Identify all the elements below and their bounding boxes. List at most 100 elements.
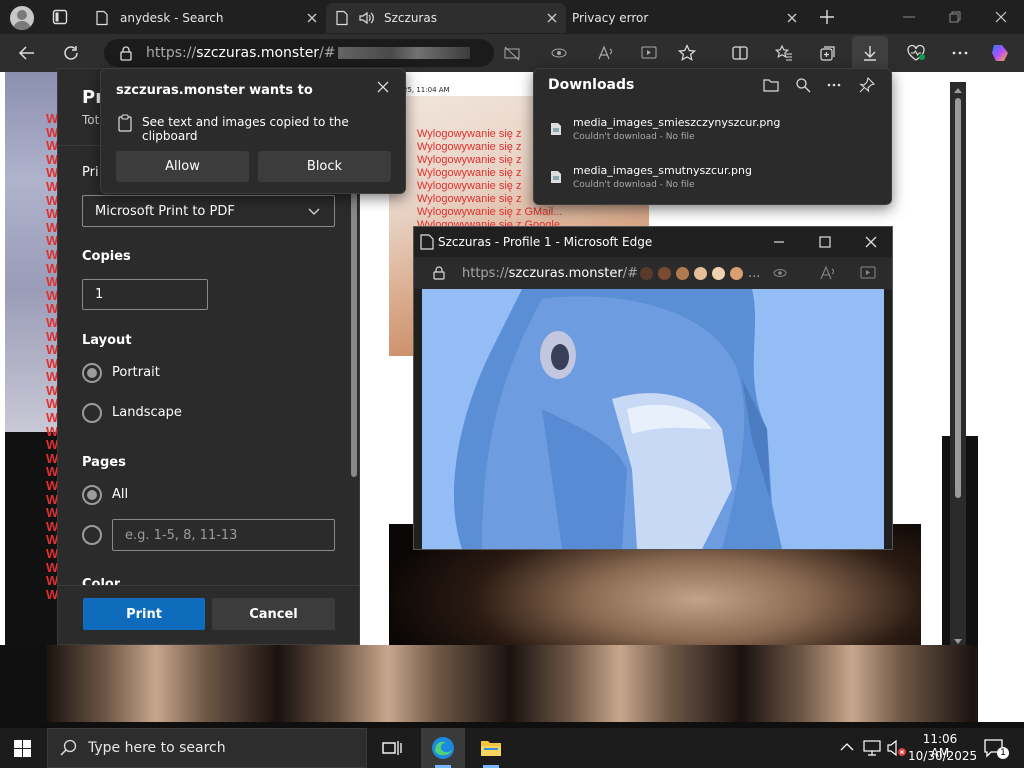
clock-date[interactable]: 10/30/2025	[908, 749, 977, 763]
bottom-photo-strip	[46, 645, 978, 722]
page-icon	[420, 234, 434, 250]
tab-actions-icon[interactable]	[52, 9, 68, 25]
maximize-icon[interactable]	[818, 235, 832, 249]
popup-url-path: /#	[622, 265, 638, 281]
block-button[interactable]: Block	[258, 151, 391, 182]
download-status: Couldn't download - No file	[573, 180, 695, 190]
edge-icon	[431, 736, 455, 760]
open-folder-icon[interactable]	[763, 77, 779, 93]
portrait-radio[interactable]	[82, 363, 102, 383]
restore-icon[interactable]	[946, 8, 964, 26]
tracking-eye-icon[interactable]	[772, 265, 788, 281]
tab-anydesk-search[interactable]: anydesk - Search	[86, 3, 326, 33]
layout-label: Layout	[82, 333, 132, 348]
color-label: Color	[82, 577, 121, 585]
file-explorer-button[interactable]	[469, 728, 513, 768]
pages-all-label: All	[112, 487, 129, 502]
windows-start-icon[interactable]	[14, 740, 32, 758]
app-available-icon[interactable]	[860, 265, 876, 281]
folder-icon	[480, 738, 502, 758]
print-dialog-total: Tot	[82, 113, 100, 127]
url-scheme: https://	[146, 45, 197, 61]
left-dark-margin	[0, 645, 46, 722]
back-arrow-icon[interactable]	[18, 44, 36, 62]
printer-select[interactable]: Microsoft Print to PDF	[82, 195, 335, 227]
speaker-icon[interactable]	[358, 10, 376, 26]
downloads-flyout: Downloads media_images_smieszczynyszcur.…	[533, 68, 892, 205]
search-icon[interactable]	[795, 77, 811, 93]
pages-custom-radio[interactable]	[82, 525, 102, 545]
download-status: Couldn't download - No file	[573, 132, 695, 142]
close-window-icon[interactable]	[992, 8, 1010, 26]
notification-count: 1	[997, 747, 1009, 759]
minimize-icon[interactable]	[772, 235, 786, 249]
browser-essentials-icon[interactable]	[906, 44, 925, 62]
favorite-star-icon[interactable]	[678, 44, 696, 62]
popup-address-bar[interactable]: https:// szczuras.monster /# ...	[414, 257, 892, 289]
collections-icon[interactable]	[819, 44, 837, 62]
read-aloud-icon[interactable]	[597, 44, 615, 62]
close-tab-icon[interactable]	[304, 10, 320, 26]
pin-icon[interactable]	[859, 77, 875, 93]
search-page-icon	[94, 10, 110, 26]
url-path: /#	[319, 45, 336, 61]
pages-all-radio[interactable]	[82, 485, 102, 505]
popup-url-host: szczuras.monster	[508, 265, 623, 281]
close-tab-icon[interactable]	[784, 10, 800, 26]
pages-range-input[interactable]: e.g. 1-5, 8, 11-13	[112, 519, 335, 551]
taskbar-search-box[interactable]: Type here to search	[47, 728, 367, 768]
more-options-icon[interactable]	[951, 44, 969, 62]
print-button[interactable]: Print	[83, 598, 205, 630]
task-view-icon[interactable]	[382, 739, 402, 757]
portrait-label: Portrait	[112, 365, 160, 380]
tab-szczuras[interactable]: Szczuras	[326, 3, 566, 33]
volume-muted-icon[interactable]	[886, 739, 908, 757]
minimize-icon[interactable]	[900, 8, 918, 26]
pages-range-placeholder: e.g. 1-5, 8, 11-13	[125, 527, 238, 543]
download-item[interactable]: media_images_smutnyszcur.png Couldn't do…	[548, 164, 878, 204]
refresh-icon[interactable]	[62, 44, 80, 62]
landscape-radio[interactable]	[82, 403, 102, 423]
read-aloud-icon[interactable]	[820, 265, 836, 281]
popup-url-ellipsis: ...	[747, 265, 761, 281]
new-tab-icon[interactable]	[818, 8, 836, 26]
cancel-button[interactable]: Cancel	[212, 598, 335, 630]
app-available-icon[interactable]	[640, 44, 658, 62]
pigeon-image	[422, 289, 884, 549]
taskbar-search-placeholder: Type here to search	[88, 740, 226, 756]
tracking-eye-icon[interactable]	[550, 44, 568, 62]
printer-label: Pri	[82, 165, 99, 180]
profile-avatar[interactable]	[10, 6, 34, 30]
download-filename: media_images_smieszczynyszcur.png	[573, 116, 781, 129]
close-icon[interactable]	[375, 79, 391, 95]
no-sound-icon[interactable]	[503, 44, 521, 62]
close-tab-icon[interactable]	[544, 10, 560, 26]
address-bar[interactable]: https:// szczuras.monster /#	[104, 39, 494, 67]
downloads-button[interactable]	[852, 36, 888, 70]
edge-taskbar-button[interactable]	[421, 728, 465, 768]
lock-icon[interactable]	[432, 266, 446, 280]
face-emoji-icon	[693, 266, 707, 280]
download-item[interactable]: media_images_smieszczynyszcur.png Couldn…	[548, 116, 878, 156]
lock-icon[interactable]	[118, 45, 134, 61]
split-screen-icon[interactable]	[731, 44, 749, 62]
tab-privacy-error[interactable]: Privacy error	[566, 3, 806, 33]
pages-label: Pages	[82, 455, 126, 470]
close-window-icon[interactable]	[864, 235, 878, 249]
message-timestamp: 25, 11:04 AM	[403, 86, 450, 94]
network-icon[interactable]	[862, 739, 882, 757]
show-hidden-icons-icon[interactable]	[840, 741, 854, 753]
copilot-icon[interactable]	[990, 42, 1012, 64]
more-options-icon[interactable]	[826, 77, 842, 93]
toolbar: https:// szczuras.monster /#	[0, 34, 1024, 72]
permission-title: szczuras.monster wants to	[116, 83, 313, 98]
copies-input[interactable]: 1	[82, 279, 208, 310]
page-scrollbar[interactable]	[950, 82, 966, 650]
downloads-title: Downloads	[548, 77, 635, 93]
footer-divider	[58, 585, 359, 586]
favorites-icon[interactable]	[775, 44, 793, 62]
tab-strip: anydesk - Search Szczuras Privacy error	[0, 0, 1024, 34]
file-image-icon	[550, 170, 562, 184]
allow-button[interactable]: Allow	[116, 151, 249, 182]
url-redacted	[337, 47, 470, 59]
